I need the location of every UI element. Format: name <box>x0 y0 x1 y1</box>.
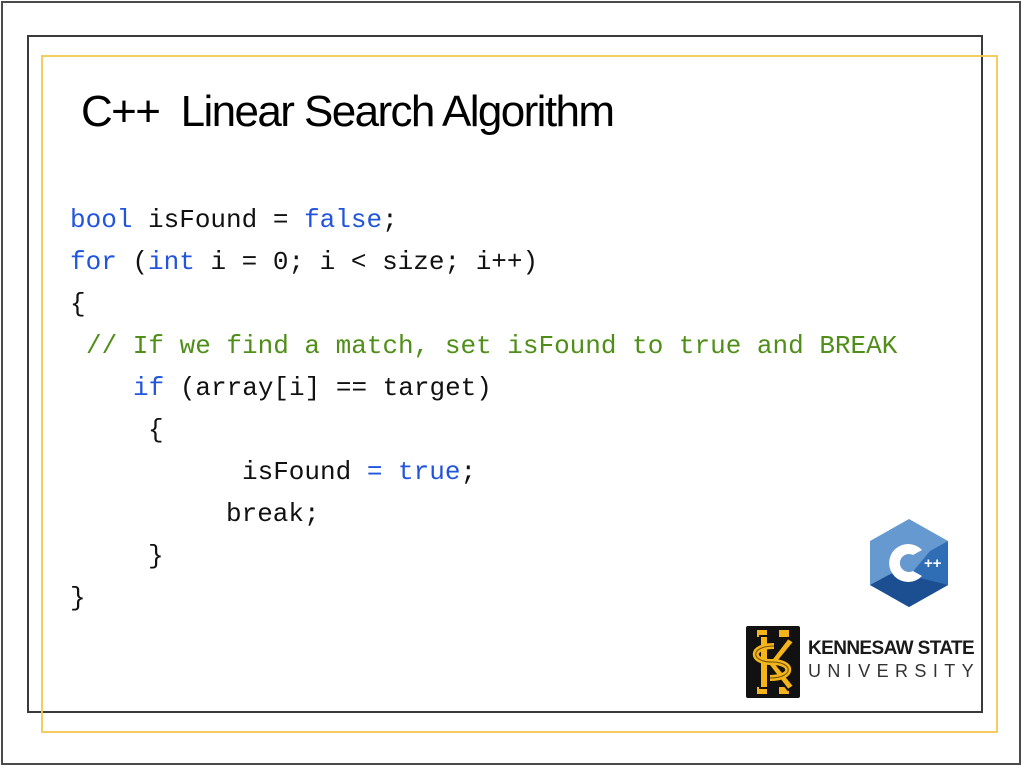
ksu-name-line1: KENNESAW STATE <box>808 638 975 659</box>
ksu-emblem-icon <box>746 626 800 698</box>
code-keyword: = <box>366 457 383 487</box>
cpp-logo-icon: ++ <box>870 519 948 607</box>
ksu-name-line2: UNIVERSITY <box>808 661 981 681</box>
code-line: // If we find a match, set isFound to tr… <box>86 325 897 367</box>
code-line: { <box>148 409 164 451</box>
code-text: isFound <box>242 457 367 487</box>
code-keyword: false <box>304 205 383 235</box>
code-line: bool isFound = false; <box>70 199 398 241</box>
code-text: isFound = <box>132 205 305 235</box>
code-line: } <box>148 535 164 577</box>
code-keyword: if <box>133 373 165 403</box>
code-keyword: true <box>398 457 461 487</box>
code-line: { <box>70 283 86 325</box>
code-text: (array[i] == target) <box>164 373 492 403</box>
cpp-plus-signs: ++ <box>924 555 942 572</box>
code-text: } <box>70 583 86 613</box>
code-keyword: int <box>148 247 195 277</box>
code-text: ; <box>460 457 477 487</box>
code-text: i = 0; i < size; i++) <box>194 247 539 277</box>
code-text: { <box>70 289 86 319</box>
code-line: for (int i = 0; i < size; i++) <box>70 241 538 283</box>
ksu-logo: KENNESAW STATE UNIVERSITY <box>744 624 975 700</box>
code-line: if (array[i] == target) <box>133 367 492 409</box>
code-comment: // If we find a match, set isFound to tr… <box>86 331 898 361</box>
code-keyword: bool <box>70 205 133 235</box>
code-text: ; <box>382 205 398 235</box>
code-line: isFound = true; <box>242 451 476 493</box>
code-text: ( <box>116 247 149 277</box>
code-text: { <box>148 415 164 445</box>
code-keyword: for <box>70 247 117 277</box>
code-text: } <box>148 541 164 571</box>
code-line: break; <box>226 493 320 535</box>
slide-title: C++ Linear Search Algorithm <box>81 87 615 136</box>
code-line: } <box>70 577 86 619</box>
code-text: break; <box>226 499 320 529</box>
